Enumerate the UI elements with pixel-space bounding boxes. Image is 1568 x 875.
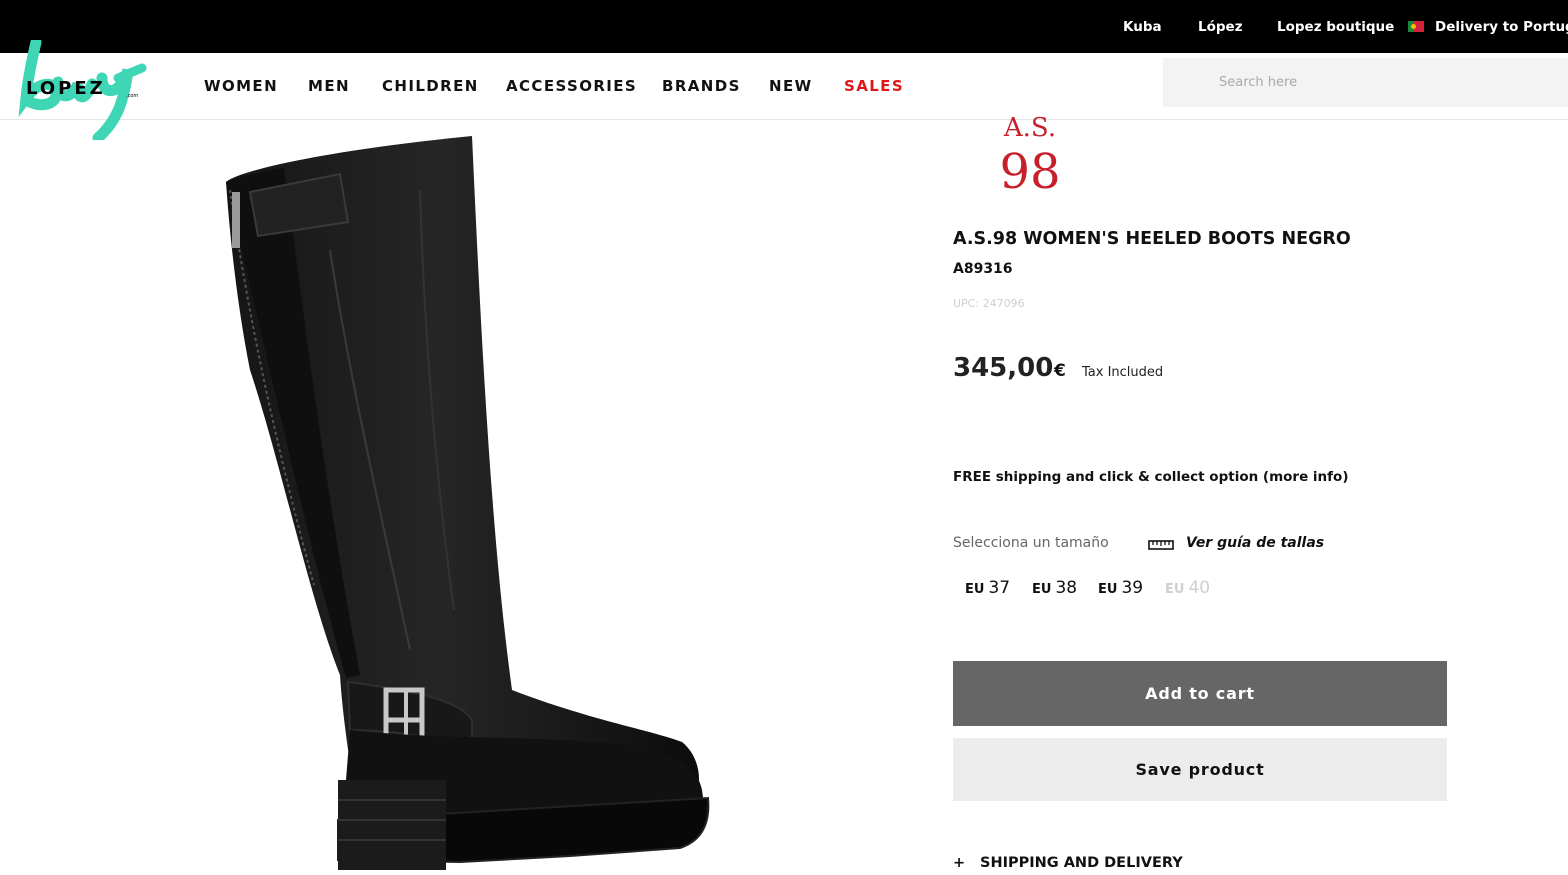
size-guide-link[interactable]: Ver guía de tallas xyxy=(1186,535,1324,551)
brand-logo-line2: 98 xyxy=(999,144,1060,194)
product-price: 345,00 xyxy=(953,353,1054,383)
nav-women[interactable]: WOMEN xyxy=(204,77,278,95)
add-to-cart-button[interactable]: Add to cart xyxy=(953,661,1447,726)
size-value: 39 xyxy=(1121,578,1144,598)
logo-wordmark: LOPEZ xyxy=(26,78,106,99)
product-upc: UPC: 247096 xyxy=(953,297,1025,310)
shipping-delivery-accordion[interactable]: + SHIPPING AND DELIVERY xyxy=(953,855,1183,871)
product-reference: A89316 xyxy=(953,261,1013,277)
size-value: 38 xyxy=(1055,578,1078,598)
plus-icon: + xyxy=(953,855,966,871)
price-currency: € xyxy=(1054,361,1066,381)
topbar-link-kuba[interactable]: Kuba xyxy=(1123,19,1162,35)
size-value: 40 xyxy=(1188,578,1211,598)
delivery-country-selector[interactable]: Delivery to Portugal xyxy=(1435,19,1568,35)
size-value: 37 xyxy=(988,578,1011,598)
shipping-info-link[interactable]: FREE shipping and click & collect option… xyxy=(953,469,1349,485)
size-prefix: EU xyxy=(1165,582,1185,597)
nav-men[interactable]: MEN xyxy=(308,77,350,95)
nav-accessories[interactable]: ACCESSORIES xyxy=(506,77,637,95)
nav-children[interactable]: CHILDREN xyxy=(382,77,479,95)
tax-note: Tax Included xyxy=(1082,365,1164,380)
nav-sales[interactable]: SALES xyxy=(844,77,904,95)
logo-suffix: .com xyxy=(126,93,138,99)
nav-new[interactable]: NEW xyxy=(769,77,813,95)
search-input[interactable] xyxy=(1163,58,1568,107)
site-logo[interactable]: LOPEZ .com xyxy=(18,40,148,140)
save-product-button[interactable]: Save product xyxy=(953,738,1447,801)
size-option-38[interactable]: EU 38 xyxy=(1032,578,1077,598)
ruler-icon[interactable] xyxy=(1148,539,1174,550)
size-prefix: EU xyxy=(1098,582,1118,597)
top-bar: Kuba López Lopez boutique Delivery to Po… xyxy=(0,0,1568,53)
brand-logo[interactable]: A.S. 98 xyxy=(990,112,1070,194)
size-option-40-unavailable: EU 40 xyxy=(1165,578,1210,598)
product-image[interactable] xyxy=(210,130,730,872)
topbar-link-lopez-boutique[interactable]: Lopez boutique xyxy=(1277,19,1394,35)
size-option-37[interactable]: EU 37 xyxy=(965,578,1010,598)
nav-brands[interactable]: BRANDS xyxy=(662,77,741,95)
size-prefix: EU xyxy=(965,582,985,597)
accordion-label: SHIPPING AND DELIVERY xyxy=(980,855,1183,871)
size-prefix: EU xyxy=(1032,582,1052,597)
portugal-flag-icon xyxy=(1408,21,1424,32)
topbar-link-lopez[interactable]: López xyxy=(1198,19,1243,35)
size-option-39[interactable]: EU 39 xyxy=(1098,578,1143,598)
product-title: A.S.98 WOMEN'S HEELED BOOTS NEGRO xyxy=(953,229,1351,249)
brand-logo-line1: A.S. xyxy=(1003,113,1056,143)
size-select-label: Selecciona un tamaño xyxy=(953,535,1109,551)
